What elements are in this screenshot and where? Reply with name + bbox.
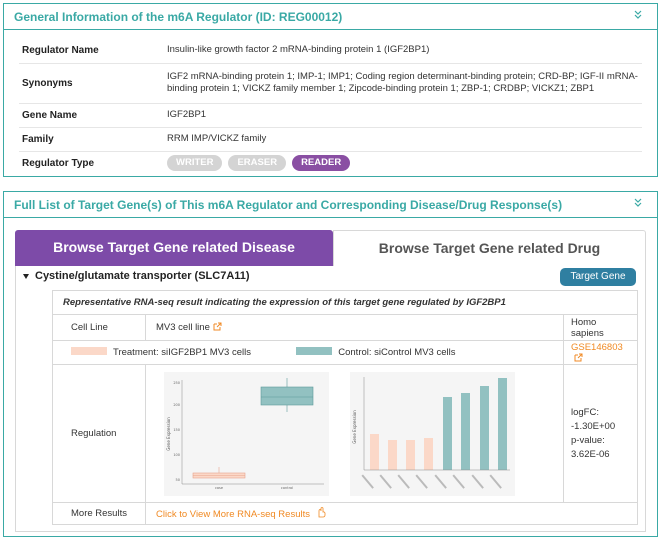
target-gene-header[interactable]: Full List of Target Gene(s) of This m6A … — [4, 192, 657, 218]
info-row-synonyms: Synonyms IGF2 mRNA-binding protein 1; IM… — [19, 63, 642, 104]
geo-link[interactable]: GSE146803 — [571, 342, 623, 353]
stats-cell: logFC: -1.30E+00 p-value: 3.62E-06 — [563, 364, 638, 503]
info-label: Synonyms — [19, 63, 164, 104]
control-box — [260, 386, 314, 405]
barplot-ylabel: Gene Expression — [352, 409, 357, 443]
rnaseq-result-table: Representative RNA-seq result indicating… — [52, 290, 638, 525]
collapse-chevron-icon[interactable] — [633, 196, 643, 210]
info-label: Family — [19, 127, 164, 152]
expand-triangle-icon[interactable] — [23, 274, 29, 279]
treatment-bar — [406, 439, 416, 470]
reader-pill[interactable]: READER — [292, 155, 351, 172]
gene-header[interactable]: Cystine/glutamate transporter (SLC7A11) … — [16, 266, 645, 288]
target-gene-panel: Full List of Target Gene(s) of This m6A … — [3, 191, 658, 537]
info-value: RRM IMP/VICKZ family — [164, 127, 642, 152]
more-results-link[interactable]: Click to View More RNA-seq Results — [156, 509, 310, 520]
control-swatch — [296, 347, 333, 355]
barplot-x-tick-label — [471, 473, 485, 489]
gene-title: Cystine/glutamate transporter (SLC7A11) — [35, 270, 250, 282]
target-gene-title: Full List of Target Gene(s) of This m6A … — [14, 198, 563, 212]
info-label: Regulator Type — [22, 157, 95, 169]
target-gene-button[interactable]: Target Gene — [560, 268, 636, 286]
info-label: Gene Name — [19, 103, 164, 128]
regulator-type-pills: WRITER ERASER READER — [164, 151, 642, 175]
barplot-x-tick-label — [397, 473, 411, 489]
more-results-row: More Results Click to View More RNA-seq … — [52, 502, 638, 525]
species: Homo sapiens — [563, 314, 638, 341]
barplot-x-tick-label — [489, 473, 503, 489]
barplot-x-tick-label — [434, 473, 448, 489]
treatment-swatch — [71, 347, 107, 355]
collapse-chevron-icon[interactable] — [633, 8, 643, 22]
boxplot-y-tick: 100 — [173, 453, 180, 457]
info-row-gene-name: Gene Name IGF2BP1 — [19, 103, 642, 128]
more-results-label: More Results — [52, 502, 146, 525]
boxplot-y-tick: 200 — [173, 403, 180, 407]
info-row-regulator-type: Regulator Type WRITER ERASER READER — [19, 151, 642, 175]
regulation-label: Regulation — [52, 364, 146, 503]
treatment-label: Treatment: siIGF2BP1 MV3 cells — [113, 347, 251, 358]
tab-disease[interactable]: Browse Target Gene related Disease — [15, 230, 333, 266]
boxplot-x-label-case: case — [215, 486, 223, 490]
geo-cell: GSE146803 — [563, 340, 638, 365]
tab-drug[interactable]: Browse Target Gene related Drug — [333, 230, 646, 266]
logfc-value: logFC: -1.30E+00 — [571, 406, 616, 432]
boxplot-y-tick: 150 — [173, 428, 180, 432]
browse-tabs: Browse Target Gene related Disease Brows… — [15, 230, 646, 266]
control-bar — [461, 392, 471, 470]
barplot-x-tick-label — [415, 473, 429, 489]
result-caption: Representative RNA-seq result indicating… — [52, 290, 638, 315]
tab-content: Cystine/glutamate transporter (SLC7A11) … — [15, 266, 646, 532]
cell-line-cell: MV3 cell line — [145, 314, 564, 341]
info-label: Regulator Name — [19, 38, 164, 64]
cell-line-label: Cell Line — [52, 314, 146, 341]
treatment-bar — [424, 437, 434, 470]
external-link-icon[interactable] — [213, 322, 222, 331]
general-info-header[interactable]: General Information of the m6A Regulator… — [4, 4, 657, 30]
legend-cell: Treatment: siIGF2BP1 MV3 cells Control: … — [52, 340, 564, 365]
info-value: Insulin-like growth factor 2 mRNA-bindin… — [164, 38, 642, 64]
info-row-regulator-name: Regulator Name Insulin-like growth facto… — [19, 38, 642, 64]
boxplot-ylabel: Gene Expression — [166, 416, 171, 450]
regulation-plots: Gene Expression 50 100 150 200 250 case … — [145, 364, 564, 503]
general-info-panel: General Information of the m6A Regulator… — [3, 3, 658, 177]
barplot-x-tick-labels — [361, 473, 503, 489]
writer-pill[interactable]: WRITER — [167, 155, 223, 172]
control-label: Control: siControl MV3 cells — [338, 347, 456, 358]
regulation-row: Regulation Gene Expression 50 100 150 20… — [52, 364, 638, 503]
expression-boxplot: Gene Expression 50 100 150 200 250 case … — [164, 371, 329, 496]
treatment-bar — [388, 439, 398, 470]
boxplot-x-label-control: control — [281, 486, 293, 490]
expression-barplot: Gene Expression — [350, 371, 516, 496]
control-bar — [443, 396, 453, 470]
treatment-bar — [370, 433, 380, 470]
control-bar — [480, 385, 490, 470]
barplot-x-tick-label — [379, 473, 393, 489]
barplot-x-tick-label — [452, 473, 466, 489]
barplot-x-tick-label — [361, 473, 375, 489]
external-link-icon[interactable] — [574, 353, 583, 362]
info-row-family: Family RRM IMP/VICKZ family — [19, 127, 642, 152]
caption-row: Representative RNA-seq result indicating… — [52, 290, 638, 315]
legend-row: Treatment: siIGF2BP1 MV3 cells Control: … — [52, 340, 638, 365]
boxplot-y-tick: 250 — [173, 381, 180, 385]
control-bar — [498, 377, 508, 470]
eraser-pill[interactable]: ERASER — [228, 155, 287, 172]
pointer-hand-icon[interactable] — [316, 507, 326, 518]
pvalue-value: p-value: 3.62E-06 — [571, 434, 610, 460]
info-value: IGF2BP1 — [164, 103, 642, 128]
cell-line-value: MV3 cell line — [156, 322, 210, 333]
boxplot-y-tick: 50 — [176, 478, 180, 482]
regulator-info-table: Regulator Name Insulin-like growth facto… — [19, 38, 642, 175]
general-info-title: General Information of the m6A Regulator… — [14, 10, 343, 24]
more-results-cell: Click to View More RNA-seq Results — [145, 502, 638, 525]
info-value: IGF2 mRNA-binding protein 1; IMP-1; IMP1… — [164, 63, 642, 104]
cell-line-row: Cell Line MV3 cell line Homo sapiens — [52, 314, 638, 341]
